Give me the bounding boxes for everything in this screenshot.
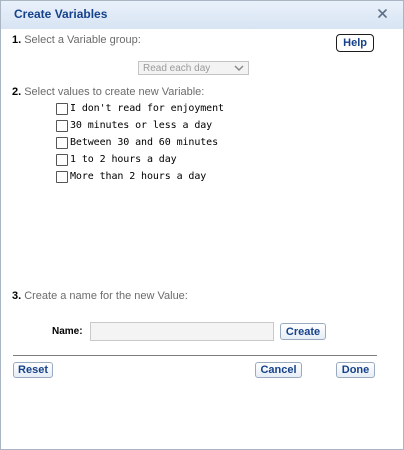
create-button[interactable]: Create [280,323,326,340]
checkbox[interactable] [56,136,68,149]
step2-number: 2. [12,86,22,98]
checkbox[interactable] [56,153,68,166]
dialog-title: Create Variables [14,7,108,21]
value-option-label: I don't read for enjoyment [70,103,224,114]
value-option[interactable]: 30 minutes or less a day [56,117,224,134]
reset-button[interactable]: Reset [13,362,53,378]
value-option[interactable]: Between 30 and 60 minutes [56,134,224,151]
value-options-list: I don't read for enjoyment 30 minutes or… [56,100,224,185]
step3-heading: 3. Create a name for the new Value: [12,290,188,302]
step3-number: 3. [12,290,22,302]
name-field[interactable] [90,322,274,341]
step2-heading: 2. Select values to create new Variable: [12,86,204,98]
value-option-label: 30 minutes or less a day [70,120,213,131]
dialog-titlebar: Create Variables [1,1,403,30]
step3-label: Create a name for the new Value: [24,290,188,302]
checkbox[interactable] [56,170,68,183]
step1-heading: 1. Select a Variable group: [12,34,141,46]
value-option[interactable]: I don't read for enjoyment [56,100,224,117]
variable-group-select[interactable]: Read each day [138,61,249,75]
close-icon[interactable] [375,6,389,20]
step1-label: Select a Variable group: [24,34,141,46]
dialog-body: 1. Select a Variable group: Help Read eac… [1,29,403,449]
value-option[interactable]: More than 2 hours a day [56,168,224,185]
step2-label: Select values to create new Variable: [24,86,205,98]
value-option-label: Between 30 and 60 minutes [70,137,219,148]
divider [13,355,377,356]
step1-number: 1. [12,34,22,46]
checkbox[interactable] [56,119,68,132]
value-option-label: 1 to 2 hours a day [70,154,177,165]
create-variables-dialog: Create Variables 1. Select a Variable gro… [0,0,404,450]
cancel-button[interactable]: Cancel [255,362,302,378]
name-field-label: Name: [52,326,83,337]
help-button[interactable]: Help [336,34,374,52]
chevron-down-icon [234,64,244,75]
variable-group-select-value: Read each day [143,62,211,74]
done-button[interactable]: Done [336,362,375,378]
checkbox[interactable] [56,102,68,115]
value-option[interactable]: 1 to 2 hours a day [56,151,224,168]
value-option-label: More than 2 hours a day [70,171,207,182]
